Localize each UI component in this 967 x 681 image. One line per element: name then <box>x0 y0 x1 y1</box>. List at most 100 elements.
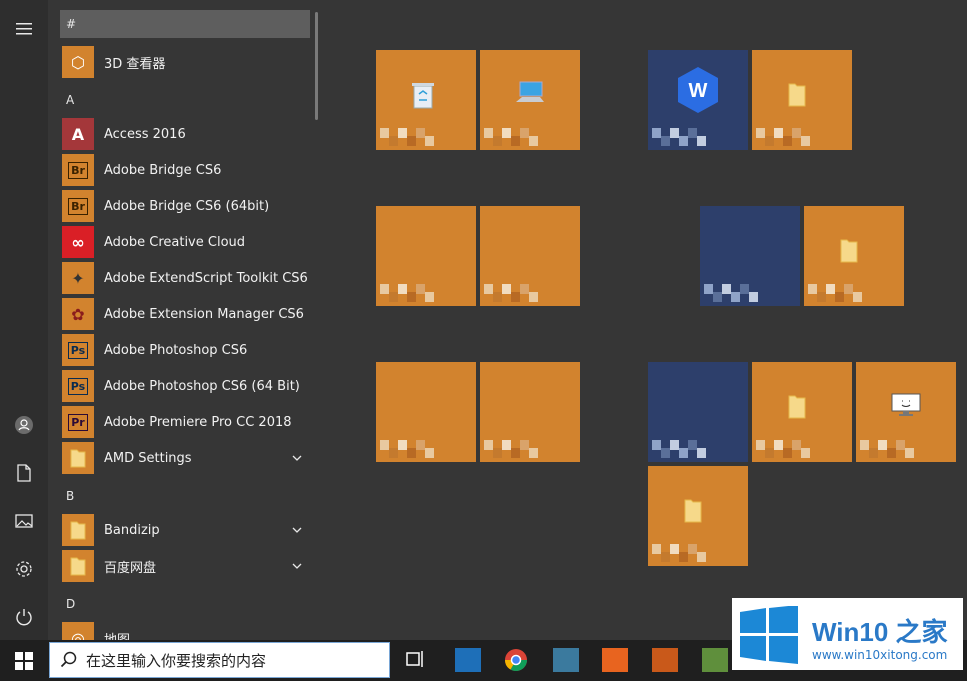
app-icon[interactable] <box>702 648 728 672</box>
tile-recycle-bin[interactable] <box>376 50 476 150</box>
pixel-block <box>493 448 502 458</box>
tile-this-pc[interactable] <box>480 50 580 150</box>
tile-label-blurred <box>480 284 580 308</box>
pixel-block <box>380 284 389 294</box>
pixel-block <box>878 440 887 450</box>
app-item-baidu-netdisk[interactable]: 百度网盘 <box>62 549 302 583</box>
pixel-block <box>380 440 389 450</box>
pixel-block <box>704 284 713 294</box>
pixel-block <box>774 440 783 450</box>
app-icon[interactable] <box>602 648 628 672</box>
app-icon-glyph: ◎ <box>71 628 85 641</box>
app-item-label: Access 2016 <box>104 126 186 142</box>
power-icon[interactable] <box>0 593 48 641</box>
app-icon-glyph: Ps <box>67 377 89 395</box>
app-icon-glyph: ∞ <box>71 232 85 252</box>
tile-folder-4[interactable] <box>648 466 748 566</box>
document-icon[interactable] <box>0 449 48 497</box>
app-item-premiere[interactable]: Pr Adobe Premiere Pro CC 2018 <box>62 405 302 439</box>
app-item-maps[interactable]: ◎ 地图 <box>62 621 302 640</box>
pixel-block <box>502 440 511 450</box>
user-icon[interactable] <box>0 401 48 449</box>
app-item-bridge[interactable]: Br Adobe Bridge CS6 <box>62 153 302 187</box>
pixel-block <box>493 292 502 302</box>
pixel-block <box>774 128 783 138</box>
tile-blue-2[interactable] <box>700 206 800 306</box>
tile-folder-1[interactable] <box>752 50 852 150</box>
chevron-down-icon[interactable] <box>290 451 304 465</box>
app-item-label: Adobe Bridge CS6 <box>104 162 222 178</box>
section-header-d[interactable]: D <box>60 590 75 618</box>
task-view-icon[interactable] <box>404 648 430 672</box>
app-icon-glyph: ⬡ <box>71 52 85 72</box>
search-placeholder: 在这里输入你要搜索的内容 <box>86 651 267 670</box>
tile-label-blurred <box>856 440 956 464</box>
tile-label-blurred <box>648 544 748 568</box>
app-item-photoshop-64[interactable]: Ps Adobe Photoshop CS6 (64 Bit) <box>62 369 302 403</box>
photoshop-64-icon: Ps <box>62 370 94 402</box>
tile-label-blurred <box>480 128 580 152</box>
tile-label-blurred <box>376 128 476 152</box>
app-item-access[interactable]: A Access 2016 <box>62 117 302 151</box>
svg-text:W: W <box>689 80 708 102</box>
pixel-block <box>484 128 493 138</box>
menu-icon[interactable] <box>0 5 48 53</box>
chevron-down-icon[interactable] <box>290 523 304 537</box>
tile-app-9[interactable] <box>376 362 476 462</box>
chrome-icon[interactable] <box>504 648 530 672</box>
tile-blue-3[interactable] <box>648 362 748 462</box>
app-item-amd-settings[interactable]: AMD Settings <box>62 441 302 475</box>
app-icon-glyph: Pr <box>68 413 88 431</box>
start-button[interactable] <box>0 640 48 681</box>
app-item-extendscript[interactable]: ✦ Adobe ExtendScript Toolkit CS6 <box>62 261 308 295</box>
watermark-url: www.win10xitong.com <box>812 648 948 662</box>
app-item-3d-viewer[interactable]: ⬡ 3D 查看器 <box>62 45 302 79</box>
pixel-block <box>713 292 722 302</box>
app-list-scrollbar[interactable] <box>315 12 318 120</box>
app-item-label: Bandizip <box>104 522 160 538</box>
app-item-extension-manager[interactable]: ✿ Adobe Extension Manager CS6 <box>62 297 304 331</box>
section-header-a[interactable]: A <box>60 86 74 114</box>
start-rail <box>0 0 48 640</box>
wps-icon: W <box>673 65 718 113</box>
tile-label-blurred <box>752 440 852 464</box>
tile-folder-3[interactable] <box>752 362 852 462</box>
app-icon[interactable] <box>455 648 481 672</box>
chevron-down-icon[interactable] <box>290 559 304 573</box>
section-header-b[interactable]: B <box>60 482 74 510</box>
pictures-icon[interactable] <box>0 497 48 545</box>
pixel-block <box>853 292 862 302</box>
pixel-block <box>380 128 389 138</box>
creative-cloud-icon: ∞ <box>62 226 94 258</box>
tile-app-10[interactable] <box>480 362 580 462</box>
app-item-photoshop[interactable]: Ps Adobe Photoshop CS6 <box>62 333 302 367</box>
pixel-block <box>792 128 801 138</box>
pixel-block <box>679 552 688 562</box>
pixel-block <box>407 136 416 146</box>
app-item-creative-cloud[interactable]: ∞ Adobe Creative Cloud <box>62 225 302 259</box>
pixel-block <box>835 292 844 302</box>
app-item-bridge-64[interactable]: Br Adobe Bridge CS6 (64bit) <box>62 189 302 223</box>
app-list: # ⬡ 3D 查看器 A A Access 2016 Br Adobe Bridge … <box>56 0 314 640</box>
tile-app-5[interactable] <box>376 206 476 306</box>
3d-viewer-icon: ⬡ <box>62 46 94 78</box>
tile-app-6[interactable] <box>480 206 580 306</box>
pixel-block <box>529 136 538 146</box>
pixel-block <box>511 292 520 302</box>
pixel-block <box>661 136 670 146</box>
pixel-block <box>484 440 493 450</box>
tile-folder-2[interactable] <box>804 206 904 306</box>
pixel-block <box>740 284 749 294</box>
windows-logo-icon <box>740 606 798 664</box>
settings-icon[interactable] <box>0 545 48 593</box>
section-header-hash[interactable]: # <box>60 10 310 38</box>
search-box[interactable]: 在这里输入你要搜索的内容 <box>49 642 390 678</box>
tile-monitor[interactable] <box>856 362 956 462</box>
app-item-bandizip[interactable]: Bandizip <box>62 513 302 547</box>
recycle-bin-icon <box>410 80 442 112</box>
pixel-block <box>425 292 434 302</box>
app-icon[interactable] <box>553 648 579 672</box>
pixel-block <box>801 136 810 146</box>
tile-wps[interactable]: W <box>648 50 748 150</box>
app-icon[interactable] <box>652 648 678 672</box>
